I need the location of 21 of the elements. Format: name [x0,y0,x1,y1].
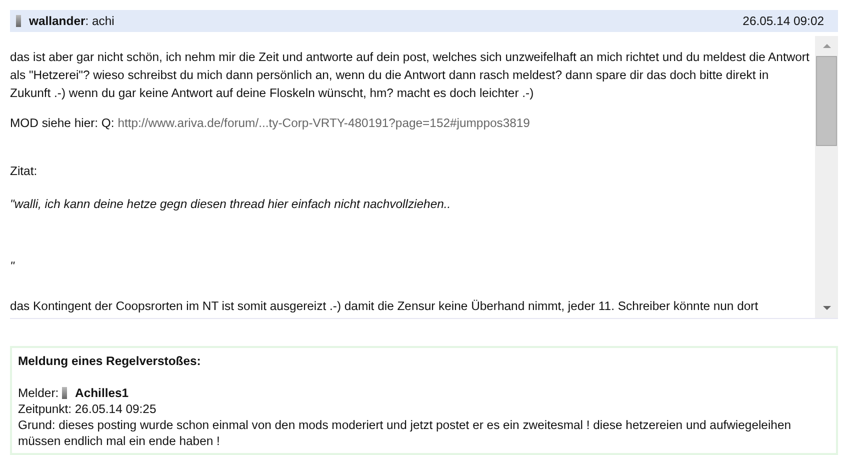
report-reason: Grund: dieses posting wurde schon einmal von den mods moderiert und jetzt postet er es ein zweitesmal ! diese hetzereien und aufwiegeleihen müssen endlich mal ein ende haben ! [18,417,792,449]
reporter-name[interactable]: Achilles1 [75,385,129,401]
post-text: das Kontingent der Coopsrorten im NT ist somit ausgereizt .-) damit die Zensur keine Überhand nimmt, jeder 11. Schreiber könnte nun dort [10,298,760,315]
report-title: Meldung eines Regelverstoßes: [18,353,202,369]
scroll-thumb[interactable] [816,56,837,146]
reporter-label: Melder: [18,385,59,401]
scroll-down-icon[interactable] [822,306,830,310]
quote-text: "walli, ich kann deine hetze gegn diesen thread hier einfach nicht nachvollziehen.. [10,196,452,213]
scrollbar[interactable] [815,36,838,318]
author-name[interactable]: wallander [29,14,86,28]
forum-link[interactable]: http://www.ariva.de/forum/...ty-Corp-VRTY-480191?page=152#jumppos3819 [118,116,530,130]
quote-label: Zitat: [10,163,38,180]
mod-label: MOD siehe hier: Q: [10,116,114,130]
post-body: das ist aber gar nicht schön, ich nehm mir die Zeit und antworte auf dein post, welches sich unzweifelhaft an mich richtet und du meldest die Antwort als "Hetzerei"? wieso schreibst du mich dann persönlich an, wenn du die Antwort dann rasch meldest? dann spare dir das doch bitte direkt in Zukunft .-) wenn du gar keine Antwort auf deine Floskeln wünscht, hm? macht es doch leichter .-) [10,49,810,102]
post-timestamp: 26.05.14 09:02 [742,14,824,28]
status-icon [62,387,68,399]
status-icon [16,15,21,27]
scroll-up-icon[interactable] [822,44,830,48]
quote-end: " [10,258,16,275]
report-time: Zeitpunkt: 26.05.14 09:25 [18,401,158,417]
recipient-text: : achi [85,14,114,28]
